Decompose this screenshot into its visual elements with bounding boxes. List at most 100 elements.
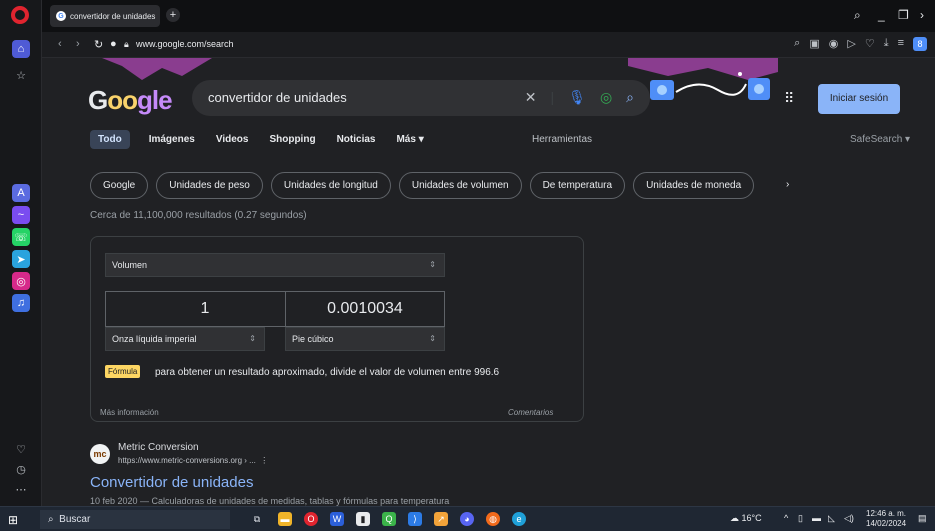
search-input[interactable]: convertidor de unidades (208, 90, 347, 105)
chips-next-icon[interactable]: › (774, 172, 801, 199)
search-icon[interactable]: ⌕ (626, 89, 634, 106)
word-icon[interactable]: W (330, 512, 344, 526)
taskbar-search[interactable]: ⌕ Buscar (40, 510, 230, 529)
tab-news[interactable]: Noticias (337, 134, 376, 145)
result-site-url[interactable]: https://www.metric-conversions.org › ...… (118, 456, 268, 465)
forward-icon[interactable]: › (76, 38, 80, 50)
chip-currency[interactable]: Unidades de moneda (633, 172, 755, 199)
player-icon[interactable]: ♫ (12, 294, 30, 312)
result-title-link[interactable]: Convertidor de unidades (90, 474, 253, 491)
tab-all[interactable]: Todo (90, 130, 130, 149)
star-icon[interactable]: ☆ (12, 66, 30, 84)
more-icon[interactable]: ⋯ (12, 480, 30, 498)
easy-setup-icon[interactable]: ≡ (898, 37, 904, 51)
chip-google[interactable]: Google (90, 172, 149, 199)
tab-shopping[interactable]: Shopping (269, 134, 315, 145)
tab-images[interactable]: Imágenes (149, 134, 195, 145)
tab-more[interactable]: Más ▾ (396, 134, 423, 145)
result-site-name[interactable]: Metric Conversion (118, 442, 199, 453)
clear-icon[interactable]: ✕ (525, 89, 537, 106)
new-tab-button[interactable]: + (166, 8, 180, 22)
tab-more-label: Más (396, 134, 416, 145)
opera-taskbar-icon[interactable]: O (304, 512, 318, 526)
close-window-icon[interactable]: › (920, 8, 924, 22)
toolbar-icons: ⌕ ▣ ◉ ▷ ♡ ⤓ ≡ 8 (794, 37, 927, 51)
tools-button[interactable]: Herramientas (532, 134, 592, 145)
to-unit-select[interactable]: Pie cúbico ⇕ (285, 327, 445, 351)
chevron-down-icon: ▾ (418, 134, 424, 145)
notifications-icon[interactable]: ▤ (918, 513, 927, 524)
browser-app-icon[interactable]: ◍ (486, 512, 500, 526)
signin-button[interactable]: Iniciar sesión (818, 84, 900, 114)
download-icon[interactable]: ⤓ (884, 37, 889, 51)
chip-volume[interactable]: Unidades de volumen (398, 172, 522, 199)
instagram-icon[interactable]: ◎ (12, 272, 30, 290)
microphone-icon[interactable]: 🎙︎ (568, 89, 586, 106)
safesearch-button[interactable]: SafeSearch ▾ (850, 134, 910, 145)
doodle-decoration-right (628, 58, 778, 100)
play-icon[interactable]: ▷ (847, 37, 855, 51)
file-explorer-icon[interactable]: ▬ (278, 512, 292, 526)
camera-icon[interactable]: ◉ (829, 37, 839, 51)
chip-length[interactable]: Unidades de longitud (270, 172, 391, 199)
discord-icon[interactable]: ◕ (460, 512, 474, 526)
from-value-input[interactable]: 1 (105, 291, 305, 327)
telegram-icon[interactable]: ➤ (12, 250, 30, 268)
weather-temp: 16°C (741, 513, 762, 523)
edge-icon[interactable]: e (512, 512, 526, 526)
qgis-icon[interactable]: Q (382, 512, 396, 526)
windows-start-icon[interactable]: ⊞ (8, 513, 18, 527)
document-icon[interactable]: ▮ (356, 512, 370, 526)
category-select[interactable]: Volumen ⇕ (105, 253, 445, 277)
browser-tab[interactable]: G convertidor de unidades (50, 5, 160, 27)
back-icon[interactable]: ‹ (58, 38, 62, 50)
wifi-icon[interactable]: ◺ (828, 513, 835, 524)
kebab-menu-icon[interactable]: ⋮ (258, 456, 268, 465)
messenger-icon[interactable]: ~ (12, 206, 30, 224)
reload-icon[interactable]: ↻ (94, 38, 103, 51)
search-box-icons: ✕ | 🎙︎ ◎ ⌕ (525, 89, 634, 106)
separator: | (550, 89, 555, 105)
lens-icon[interactable]: ⌕ (794, 37, 800, 51)
volume-icon[interactable]: ◁) (844, 513, 854, 524)
apps-grid-icon[interactable]: ⠿ (784, 90, 794, 107)
lens-camera-icon[interactable]: ◎ (600, 89, 612, 106)
heart-icon[interactable]: ♡ (12, 440, 30, 458)
opera-logo-icon[interactable] (11, 6, 29, 24)
feedback-link[interactable]: Comentarios (508, 408, 553, 417)
chip-weight[interactable]: Unidades de peso (156, 172, 263, 199)
system-clock[interactable]: 12:46 a. m. 14/02/2024 (866, 509, 906, 529)
search-tabs: Todo Imágenes Videos Shopping Noticias M… (90, 130, 445, 149)
chip-temperature[interactable]: De temperatura (529, 172, 626, 199)
restore-icon[interactable]: ❐ (898, 8, 909, 22)
weather-widget[interactable]: ☁ 16°C (730, 513, 762, 524)
network-icon[interactable]: ▬ (812, 513, 821, 523)
search-box[interactable]: convertidor de unidades ✕ | 🎙︎ ◎ ⌕ (192, 80, 650, 116)
url-field[interactable]: www.google.com/search (136, 39, 234, 49)
vscode-icon[interactable]: ⟩ (408, 512, 422, 526)
clock-time: 12:46 a. m. (866, 509, 907, 518)
profile-icon[interactable]: 8 (913, 37, 927, 51)
google-favicon-icon: G (56, 11, 66, 21)
tablet-icon[interactable]: ▯ (798, 513, 803, 524)
workspace-icon[interactable]: ⌂ (12, 40, 30, 58)
chevron-down-icon: ▾ (905, 134, 911, 145)
task-view-icon[interactable]: ⧉ (250, 512, 264, 526)
more-info-link[interactable]: Más información (100, 408, 159, 417)
google-doodle-logo[interactable]: Google (88, 85, 173, 116)
from-unit-select[interactable]: Onza líquida imperial ⇕ (105, 327, 265, 351)
to-value-input[interactable]: 0.0010034 (285, 291, 445, 327)
snapshot-icon[interactable]: ▣ (809, 37, 819, 51)
search-tabs-icon[interactable]: ⌕ (854, 8, 861, 23)
tray-chevron-icon[interactable]: ^ (784, 513, 788, 523)
to-unit-value: Pie cúbico (292, 334, 334, 344)
history-icon[interactable]: ◷ (12, 460, 30, 478)
result-url-text: https://www.metric-conversions.org › ... (118, 456, 256, 465)
app-icon[interactable]: ↗ (434, 512, 448, 526)
heart-outline-icon[interactable]: ♡ (865, 37, 875, 51)
tab-videos[interactable]: Videos (216, 134, 249, 145)
minimize-icon[interactable]: _ (878, 8, 885, 22)
whatsapp-icon[interactable]: ☏ (12, 228, 30, 246)
lock-icon: 🔒︎ (124, 39, 129, 49)
aria-icon[interactable]: A (12, 184, 30, 202)
